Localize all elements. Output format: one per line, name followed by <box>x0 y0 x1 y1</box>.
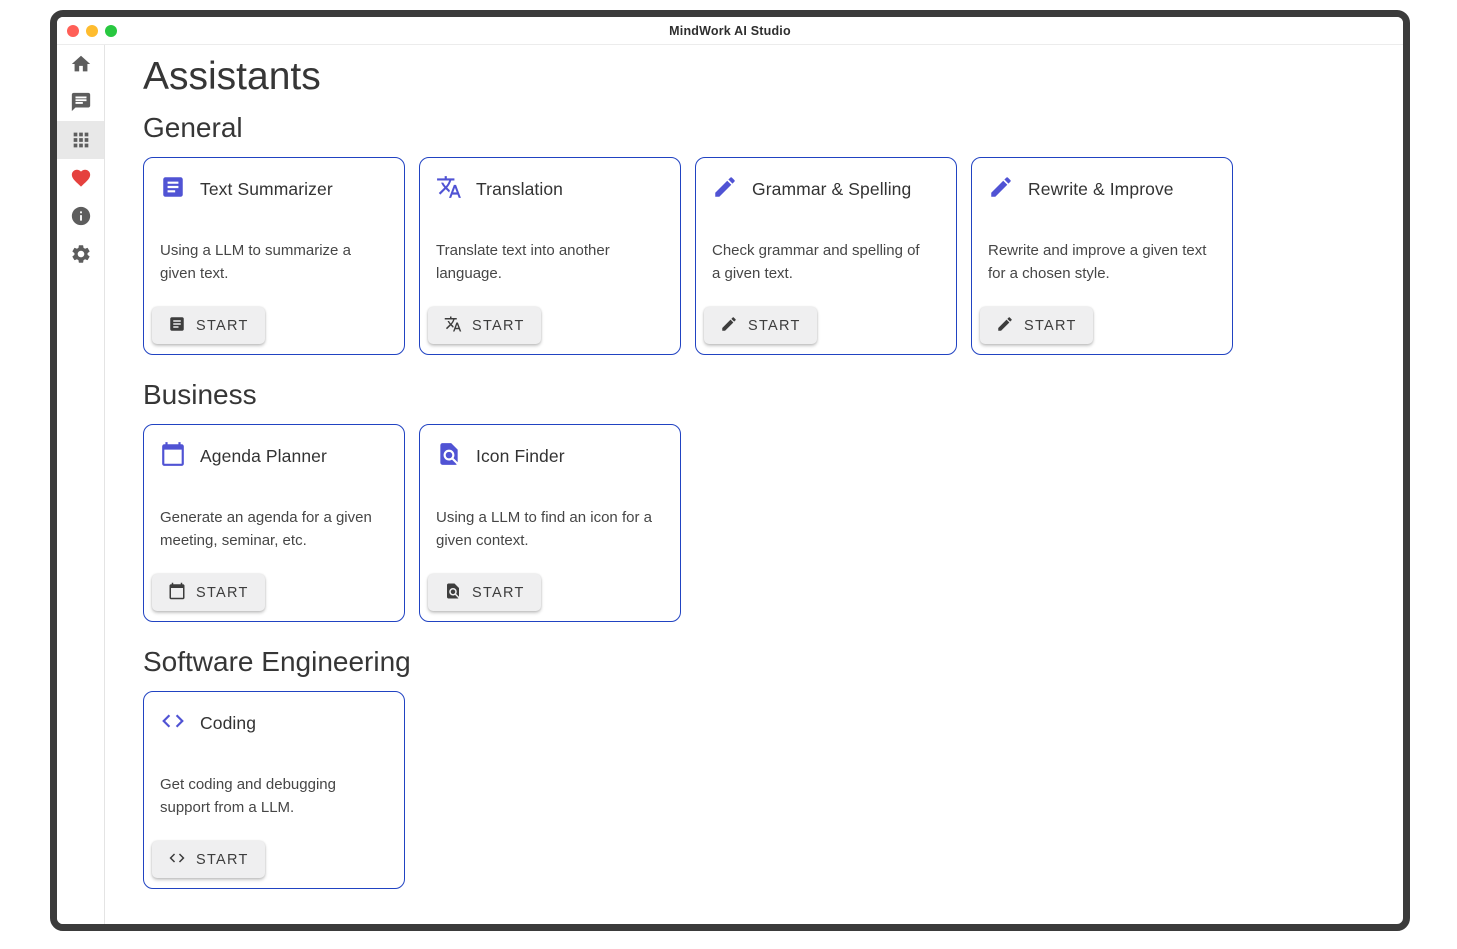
zoom-button[interactable] <box>105 25 117 37</box>
info-icon <box>70 205 92 227</box>
article-icon <box>160 174 186 200</box>
card-description: Using a LLM to summarize a given text. <box>160 239 388 285</box>
sidebar-item-home[interactable] <box>57 45 104 83</box>
assistant-card: Text Summarizer Using a LLM to summarize… <box>143 157 405 355</box>
assistant-card: Icon Finder Using a LLM to find an icon … <box>419 424 681 622</box>
sidebar-item-favorites[interactable] <box>57 159 104 197</box>
article-icon <box>168 315 186 333</box>
assistant-card: Coding Get coding and debugging support … <box>143 691 405 889</box>
sidebar-item-settings[interactable] <box>57 235 104 273</box>
chat-icon <box>70 91 92 113</box>
card-header: Agenda Planner <box>160 441 388 472</box>
sidebar-item-assistants[interactable] <box>57 121 104 159</box>
start-button[interactable]: START <box>152 307 265 344</box>
card-title: Grammar & Spelling <box>752 179 911 200</box>
start-button[interactable]: START <box>152 841 265 878</box>
window-controls <box>67 17 117 44</box>
card-description: Rewrite and improve a given text for a c… <box>988 239 1216 285</box>
start-button[interactable]: START <box>980 307 1093 344</box>
assistant-card: Grammar & Spelling Check grammar and spe… <box>695 157 957 355</box>
card-description: Translate text into another language. <box>436 239 664 285</box>
gear-icon <box>70 243 92 265</box>
card-title: Rewrite & Improve <box>1028 179 1174 200</box>
translate-icon <box>436 174 462 200</box>
apps-grid-icon <box>70 129 92 151</box>
section-title: Business <box>143 379 1403 411</box>
card-description: Using a LLM to find an icon for a given … <box>436 506 664 552</box>
assistant-section: General Text Summarizer Using a LLM to s… <box>143 112 1403 355</box>
section-title: Software Engineering <box>143 646 1403 678</box>
card-title: Agenda Planner <box>200 446 327 467</box>
card-header: Icon Finder <box>436 441 664 472</box>
assistant-section: Business Agenda Planner Generate an agen… <box>143 379 1403 622</box>
card-title: Text Summarizer <box>200 179 333 200</box>
calendar-icon <box>160 441 186 467</box>
edit-icon <box>712 174 738 200</box>
sidebar-item-chats[interactable] <box>57 83 104 121</box>
start-button[interactable]: START <box>152 574 265 611</box>
start-button[interactable]: START <box>428 307 541 344</box>
card-description: Check grammar and spelling of a given te… <box>712 239 940 285</box>
card-row: Text Summarizer Using a LLM to summarize… <box>143 157 1403 355</box>
card-description: Get coding and debugging support from a … <box>160 773 388 819</box>
card-header: Text Summarizer <box>160 174 388 205</box>
home-icon <box>70 53 92 75</box>
window-title: MindWork AI Studio <box>57 24 1403 38</box>
card-header: Translation <box>436 174 664 205</box>
card-row: Coding Get coding and debugging support … <box>143 691 1403 889</box>
code-icon <box>168 849 186 867</box>
sections-container: General Text Summarizer Using a LLM to s… <box>143 112 1403 890</box>
main-content: Assistants General Text Summarizer Using… <box>105 45 1403 924</box>
minimize-button[interactable] <box>86 25 98 37</box>
calendar-icon <box>168 582 186 600</box>
start-button-label: START <box>472 585 525 601</box>
start-button[interactable]: START <box>428 574 541 611</box>
assistant-card: Translation Translate text into another … <box>419 157 681 355</box>
card-header: Coding <box>160 708 388 739</box>
assistant-section: Software Engineering Coding Get coding a… <box>143 646 1403 889</box>
card-title: Translation <box>476 179 563 200</box>
sidebar-item-about[interactable] <box>57 197 104 235</box>
start-button-label: START <box>1024 318 1077 334</box>
start-button-label: START <box>196 318 249 334</box>
translate-icon <box>444 315 462 333</box>
edit-icon <box>720 315 738 333</box>
start-button-label: START <box>472 318 525 334</box>
assistant-card: Rewrite & Improve Rewrite and improve a … <box>971 157 1233 355</box>
close-button[interactable] <box>67 25 79 37</box>
section-title: General <box>143 112 1403 144</box>
card-title: Icon Finder <box>476 446 565 467</box>
card-header: Rewrite & Improve <box>988 174 1216 205</box>
card-header: Grammar & Spelling <box>712 174 940 205</box>
edit-icon <box>988 174 1014 200</box>
titlebar: MindWork AI Studio <box>57 17 1403 45</box>
app-window: MindWork AI Studio Assistants General Te… <box>50 10 1410 931</box>
start-button-label: START <box>748 318 801 334</box>
page-title: Assistants <box>143 55 1403 100</box>
start-button-label: START <box>196 585 249 601</box>
code-icon <box>160 708 186 734</box>
card-row: Agenda Planner Generate an agenda for a … <box>143 424 1403 622</box>
find-in-page-icon <box>436 441 462 467</box>
heart-icon <box>70 167 92 189</box>
find-in-page-icon <box>444 582 462 600</box>
card-title: Coding <box>200 713 256 734</box>
assistant-card: Agenda Planner Generate an agenda for a … <box>143 424 405 622</box>
sidebar <box>57 45 105 924</box>
edit-icon <box>996 315 1014 333</box>
start-button-label: START <box>196 852 249 868</box>
card-description: Generate an agenda for a given meeting, … <box>160 506 388 552</box>
start-button[interactable]: START <box>704 307 817 344</box>
